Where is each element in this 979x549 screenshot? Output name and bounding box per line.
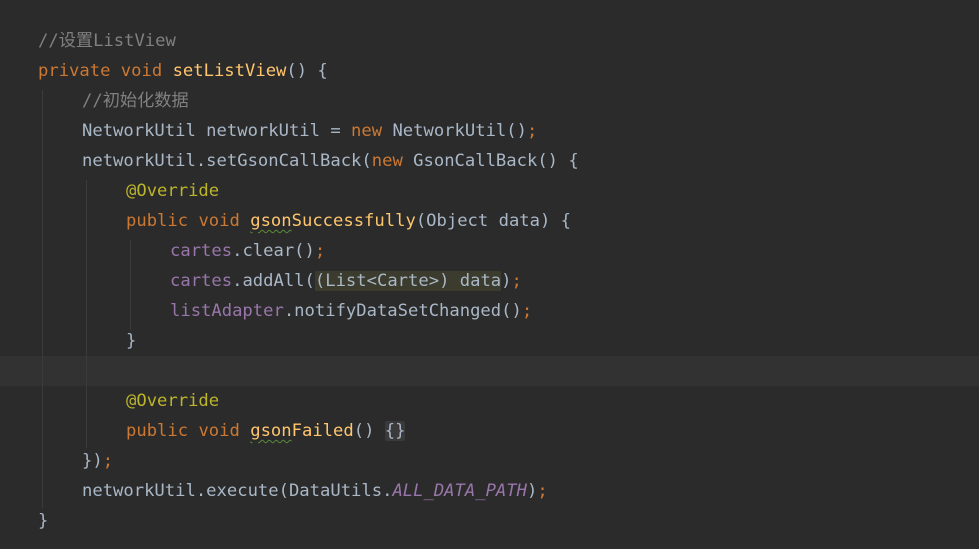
code-token: ; [526, 121, 538, 141]
code-token: void [198, 211, 240, 231]
code-token: cartes [170, 271, 233, 291]
code-line[interactable]: cartes.clear(); [170, 236, 325, 266]
code-line[interactable]: @Override [126, 176, 219, 206]
code-token: networkUtil.execute(DataUtils. [82, 481, 393, 501]
code-token: ) [526, 481, 538, 501]
code-token: ) [501, 271, 512, 291]
code-token: listAdapter [170, 301, 284, 321]
code-token: ALL_DATA_PATH [392, 481, 527, 501]
code-token: new [351, 121, 383, 141]
code-token: @Override [126, 391, 220, 411]
code-token: NetworkUtil() [382, 121, 527, 141]
code-token: networkUtil.setGsonCallBack( [82, 151, 372, 171]
code-token: NetworkUtil networkUtil = [82, 121, 352, 141]
code-line[interactable]: private void setListView() { [38, 56, 328, 86]
code-token: Successfully [291, 211, 416, 231]
code-token: //初始化数据 [82, 91, 189, 111]
code-token: public [126, 421, 189, 441]
code-token: {} [384, 421, 406, 441]
code-line[interactable]: @Override [126, 386, 219, 416]
code-line[interactable]: //设置ListView [38, 26, 176, 56]
code-line[interactable]: }); [82, 446, 113, 476]
code-line[interactable]: public void gsonSuccessfully(Object data… [126, 206, 571, 236]
code-line[interactable]: listAdapter.notifyDataSetChanged(); [170, 296, 532, 326]
code-line[interactable]: cartes.addAll((List<Carte>) data); [170, 266, 522, 296]
code-token: new [371, 151, 403, 171]
code-token: void [198, 421, 240, 441]
code-token: } [38, 511, 49, 531]
code-line[interactable]: } [126, 326, 136, 356]
indent-guide [86, 180, 87, 448]
code-token: @Override [126, 181, 220, 201]
code-token: //设置ListView [38, 31, 176, 51]
code-token: .notifyDataSetChanged() [283, 301, 522, 321]
code-token: (Object data) { [415, 211, 572, 231]
code-token: } [126, 331, 137, 351]
code-token: setListView [172, 61, 287, 81]
code-token: (List<Carte>) data [314, 271, 502, 291]
code-line[interactable]: networkUtil.execute(DataUtils.ALL_DATA_P… [82, 476, 548, 506]
code-token: cartes [170, 241, 233, 261]
code-token: }) [82, 451, 103, 471]
code-line[interactable]: NetworkUtil networkUtil = new NetworkUti… [82, 116, 537, 146]
code-token: GsonCallBack() { [402, 151, 579, 171]
code-token: void [120, 61, 163, 81]
code-token: ; [511, 271, 522, 291]
code-token: ; [521, 301, 533, 321]
code-token: ; [314, 241, 326, 261]
code-token: Failed [291, 421, 354, 441]
code-token: .clear() [232, 241, 315, 261]
code-token: ; [102, 451, 114, 471]
code-token: ; [537, 481, 548, 501]
code-line[interactable]: public void gsonFailed() {} [126, 416, 406, 446]
indent-guide [130, 240, 131, 330]
code-token: gson [250, 421, 292, 441]
code-token: gson [250, 211, 292, 231]
indent-guide [42, 90, 43, 508]
code-line[interactable]: networkUtil.setGsonCallBack(new GsonCall… [82, 146, 579, 176]
code-token: private [38, 61, 111, 81]
code-token: public [126, 211, 189, 231]
code-line[interactable]: } [38, 506, 48, 536]
code-line[interactable]: //初始化数据 [82, 86, 189, 116]
code-editor[interactable]: //设置ListView private void setListView() {… [0, 0, 979, 549]
code-token: () { [286, 61, 328, 81]
code-token: () [353, 421, 385, 441]
current-line-highlight [0, 356, 979, 386]
code-token: .addAll( [232, 271, 315, 291]
